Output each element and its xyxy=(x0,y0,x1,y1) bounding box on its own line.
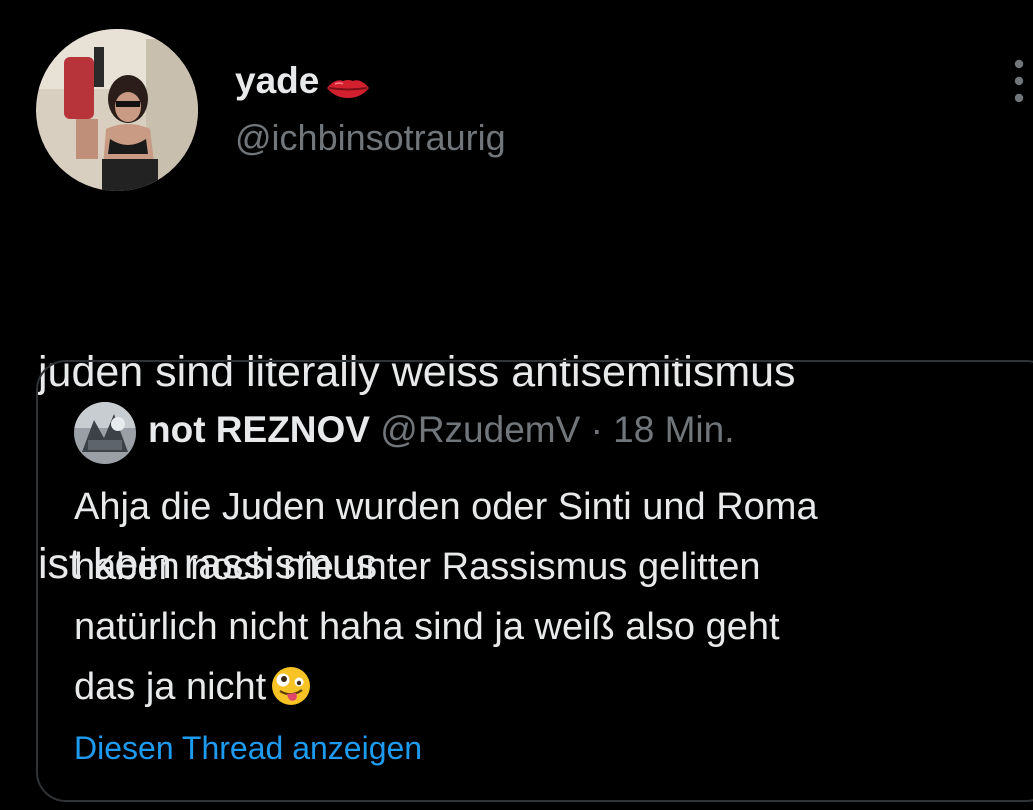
lips-icon xyxy=(325,69,371,98)
quoted-text-line: Ahja die Juden wurden oder Sinti und Rom… xyxy=(74,486,818,528)
quoted-author-name[interactable]: not REZNOV xyxy=(148,409,370,450)
author-name-text: yade xyxy=(235,60,320,101)
quoted-text-line: natürlich nicht haha sind ja weiß also g… xyxy=(74,606,780,648)
quoted-author-handle[interactable]: @RzudemV xyxy=(380,409,580,450)
quoted-text-line: haben noch nie unter Rassismus gelitten xyxy=(74,546,761,588)
quoted-tweet-timestamp[interactable]: 18 Min. xyxy=(613,409,734,450)
show-thread-link[interactable]: Diesen Thread anzeigen xyxy=(74,724,422,772)
quoted-text-line: das ja nicht xyxy=(74,666,267,708)
quoted-author-avatar[interactable] xyxy=(74,402,136,464)
quoted-text-line-last: das ja nicht xyxy=(74,657,1033,717)
author-handle[interactable]: @ichbinsotraurig xyxy=(235,118,506,158)
zany-face-icon xyxy=(270,665,312,707)
quoted-tweet-card[interactable]: not REZNOV @RzudemV · 18 Min. Ahja die J… xyxy=(36,360,1033,802)
header-separator: · xyxy=(590,409,603,450)
quoted-tweet-text: Ahja die Juden wurden oder Sinti und Rom… xyxy=(74,477,1033,717)
quoted-tweet-header: not REZNOV @RzudemV · 18 Min. xyxy=(148,404,735,456)
author-display-name[interactable]: yade xyxy=(235,62,371,99)
author-avatar[interactable] xyxy=(36,29,198,191)
more-vertical-icon[interactable] xyxy=(1008,58,1030,104)
